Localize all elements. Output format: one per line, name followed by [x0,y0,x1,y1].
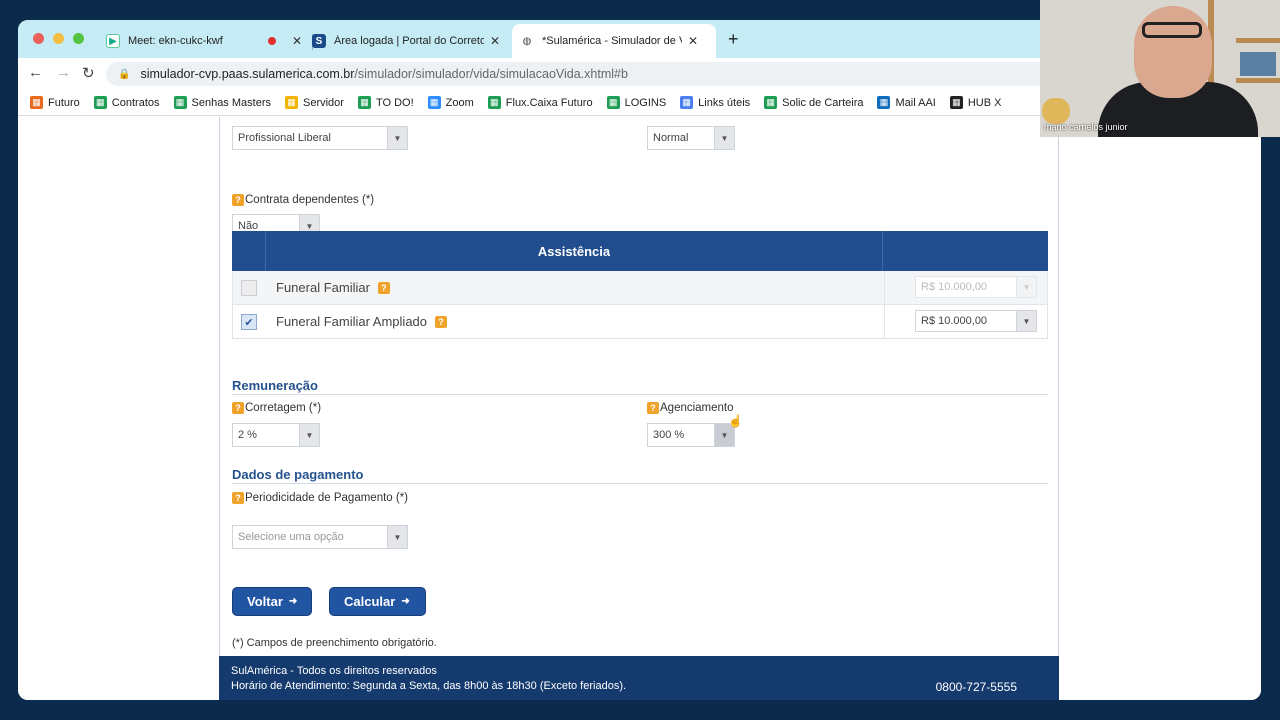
hub-icon: ▦ [949,96,963,109]
bookmark-item[interactable]: ▦ Contratos [93,96,160,109]
help-icon[interactable]: ? [435,315,448,328]
table-row: ✔ Funeral Familiar Ampliado? R$ 10.000,0… [232,305,1048,339]
periodicidade-select[interactable]: Selecione uma opção ▼ [232,525,408,549]
funeral-familiar-checkbox[interactable] [241,280,257,296]
sheets-icon: ▦ [93,96,107,109]
chevron-down-icon: ▼ [1016,277,1036,297]
chevron-down-icon: ▼ [299,424,319,446]
maximize-window-button[interactable] [73,33,84,44]
help-icon[interactable]: ? [232,492,244,504]
bookmark-item[interactable]: ▦ Links úteis [680,96,750,109]
bookmark-item[interactable]: ▦ Flux.Caixa Futuro [487,96,593,109]
funeral-familiar-value-select: R$ 10.000,00 ▼ [915,276,1037,298]
lamp-image [1042,98,1070,124]
dependentes-label: ? Contrata dependentes (*) [232,194,374,206]
periodicidade-label: ? Periodicidade de Pagamento (*) [232,492,408,504]
simulator-panel: Profissional Liberal ▼ Normal ▼ ? Contra… [219,117,1059,700]
calcular-button[interactable]: Calcular ➜ [329,587,426,616]
bookmark-item[interactable]: ▦ Servidor [284,96,344,109]
required-fields-note: (*) Campos de preenchimento obrigatório. [232,637,437,649]
help-icon[interactable]: ? [377,281,390,294]
back-icon[interactable]: ← [28,64,43,81]
feather-icon: ▦ [30,96,43,109]
voltar-button[interactable]: Voltar ➜ [232,587,312,616]
chevron-down-icon: ▼ [387,127,407,149]
sulamerica-s-icon: S [312,34,326,48]
corretagem-select[interactable]: 2 % ▼ [232,423,320,447]
agenciamento-select[interactable]: 300 % ▼ [647,423,735,447]
chevron-down-icon: ▼ [387,526,407,548]
sheets-icon: ▦ [357,96,371,109]
franquia-select[interactable]: Normal ▼ [647,126,735,150]
funeral-familiar-ampliado-checkbox[interactable]: ✔ [241,314,257,330]
forward-icon[interactable]: → [56,64,71,81]
minimize-window-button[interactable] [53,33,64,44]
close-tab-icon[interactable]: ✕ [688,34,698,48]
table-header: Assistência [232,231,1048,271]
sheets-icon: ▦ [487,96,501,109]
bookmark-item[interactable]: ▦ HUB X [949,96,1001,109]
mouse-cursor-icon: ☝ [728,414,743,428]
glasses-icon [1142,22,1202,38]
close-tab-icon[interactable]: ✕ [292,34,302,48]
new-tab-icon[interactable]: + [728,29,739,50]
arrow-right-icon: ➜ [288,596,298,607]
bookmark-item[interactable]: ▦ Senhas Masters [173,96,271,109]
video-participant-tile: mario carnelos junior [1040,0,1280,137]
docs-icon: ▦ [680,96,694,109]
lock-icon: 🔒 [118,68,131,80]
recording-icon [268,37,276,45]
pagamento-title: Dados de pagamento [232,467,364,482]
sheets-icon: ▦ [764,96,778,109]
participant-name: mario carnelos junior [1044,122,1128,132]
corretagem-label: ? Corretagem (*) [232,402,321,414]
bookmark-item[interactable]: ▦ Zoom [427,96,474,109]
help-icon[interactable]: ? [232,402,244,414]
categoria-select[interactable]: Profissional Liberal ▼ [232,126,408,150]
remuneracao-title: Remuneração [232,378,318,393]
chevron-down-icon: ▼ [1016,311,1036,331]
close-window-button[interactable] [33,33,44,44]
arrow-right-icon: ➜ [401,596,410,607]
globe-icon: ◍ [522,35,532,47]
page-footer: SulAmérica - Todos os direitos reservado… [219,656,1059,700]
tab-meet[interactable]: ▶ Meet: ekn-cukc-kwf ✕ [98,24,310,58]
zoom-icon: ▦ [427,96,441,109]
google-meet-icon: ▶ [106,34,120,48]
help-icon[interactable]: ? [232,194,244,206]
bookmark-item[interactable]: ▦ LOGINS [606,96,666,109]
chevron-down-icon: ▼ [714,127,734,149]
bookmark-item[interactable]: ▦ TO DO! [357,96,414,109]
page-content: Profissional Liberal ▼ Normal ▼ ? Contra… [18,117,1261,700]
help-icon[interactable]: ? [647,402,659,414]
tab-portal-corretor[interactable]: S Área logada | Portal do Corretor ✕ [304,24,508,58]
reload-icon[interactable]: ↻ [82,64,95,82]
funeral-familiar-ampliado-value-select[interactable]: R$ 10.000,00 ▼ [915,310,1037,332]
agenciamento-label: ? Agenciamento [647,402,734,414]
sheets-icon: ▦ [606,96,620,109]
phone-number: 0800-727-5555 [935,680,1017,694]
tab-simulador[interactable]: ◍ *Sulamérica - Simulador de Vida ✕ [512,24,716,58]
close-tab-icon[interactable]: ✕ [490,34,500,48]
bookmark-item[interactable]: ▦ Futuro [30,96,80,109]
drive-icon: ▦ [284,96,298,109]
outlook-icon: ▦ [877,96,891,109]
bookmark-item[interactable]: ▦ Solic de Carteira [764,96,863,109]
participant-head [1134,6,1212,98]
bookmark-item[interactable]: ▦ Mail AAI [877,96,936,109]
sheets-icon: ▦ [173,96,187,109]
table-row: Funeral Familiar? R$ 10.000,00 ▼ [232,271,1048,305]
assistencia-table: Assistência Funeral Familiar? R$ 10.000,… [232,231,1048,339]
